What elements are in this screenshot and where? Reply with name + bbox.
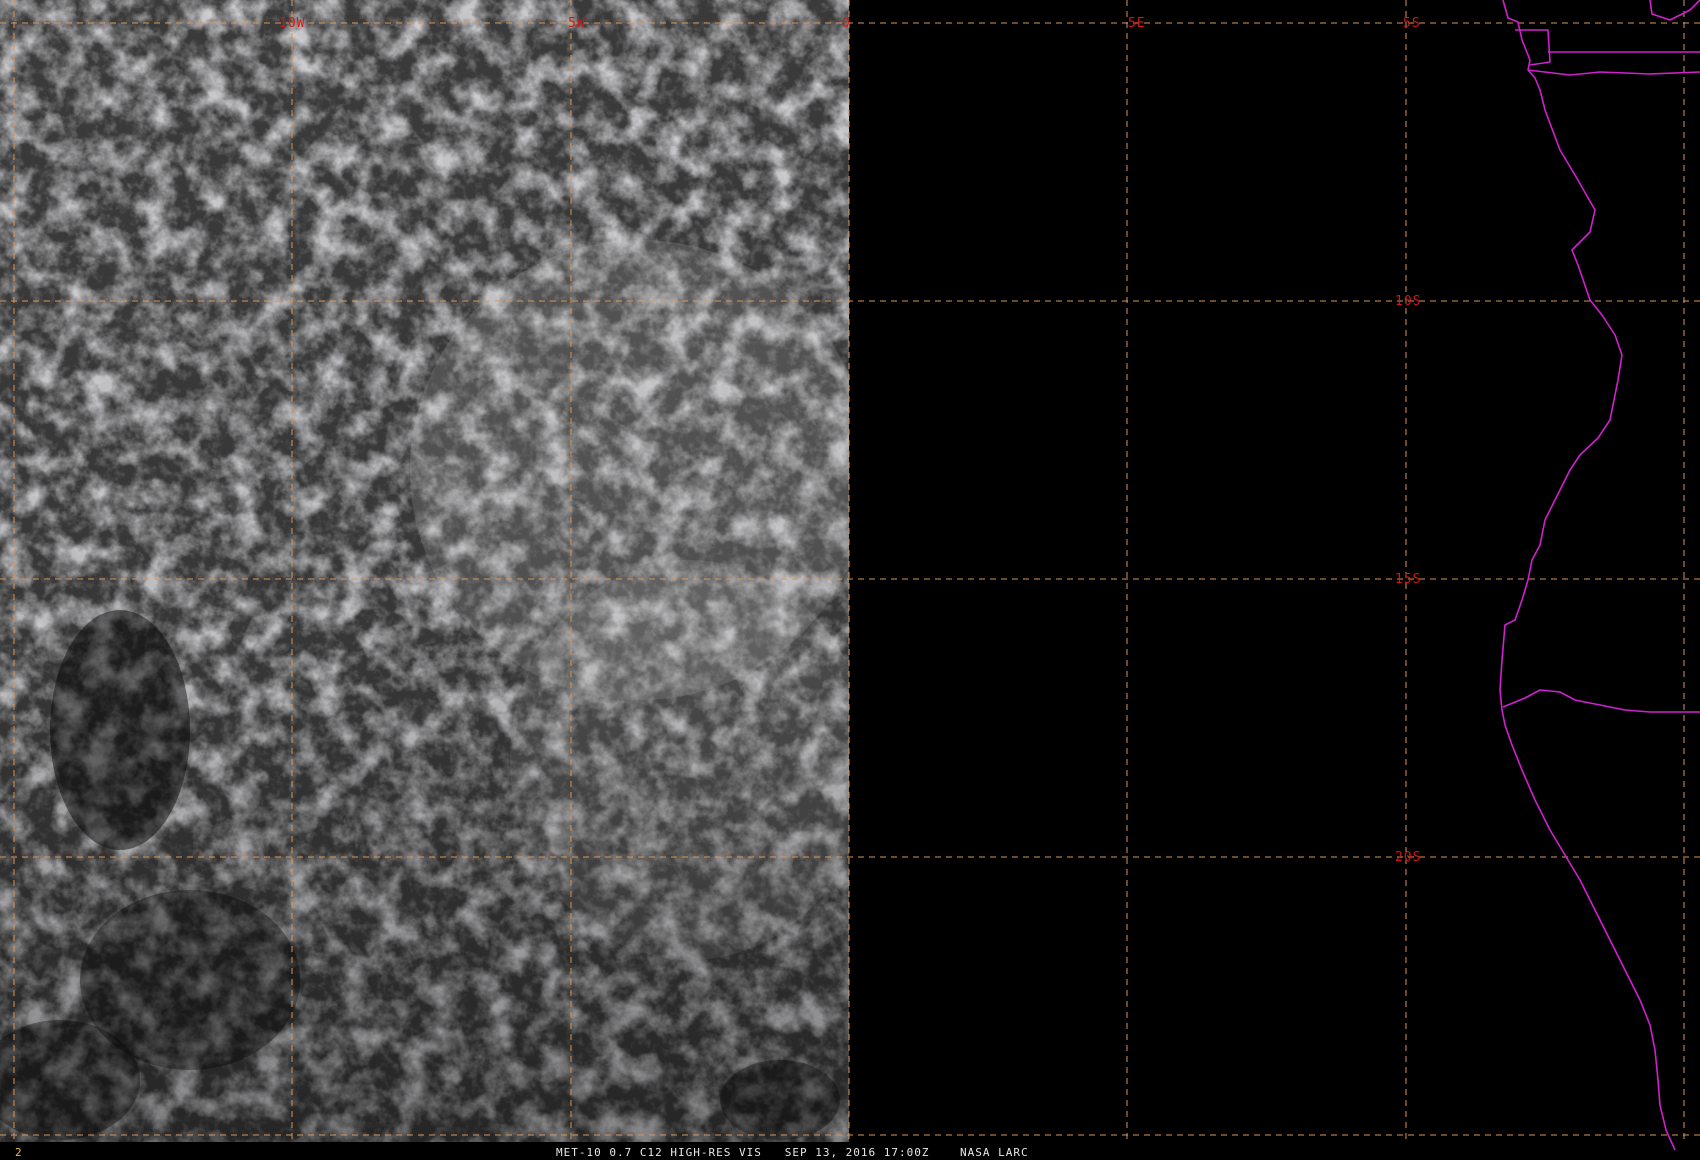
- lat-label-20s: 20S: [1395, 850, 1421, 865]
- lon-label-5e: 5E: [1128, 16, 1146, 31]
- lat-label-5s: 5S: [1403, 16, 1421, 31]
- product-caption: MET-10 0.7 C12 HIGH-RES VIS SEP 13, 2016…: [556, 1146, 1029, 1159]
- frame-number: 2: [15, 1146, 22, 1159]
- lon-label-0: 0: [842, 16, 851, 31]
- data-source: NASA LARC: [960, 1146, 1029, 1159]
- lon-label-5w: 5W: [568, 16, 586, 31]
- satellite-name: MET-10: [556, 1146, 602, 1159]
- lon-label-10w: 10W: [279, 16, 305, 31]
- satellite-map: 10W 5W 0 5E 5S 10S 15S 20S: [0, 0, 1700, 1151]
- caption-bar: 2 MET-10 0.7 C12 HIGH-RES VIS SEP 13, 20…: [0, 1140, 1700, 1160]
- channel-name: 0.7 C12 HIGH-RES VIS: [609, 1146, 762, 1159]
- datetime: SEP 13, 2016 17:00Z: [784, 1146, 930, 1159]
- lat-label-10s: 10S: [1395, 294, 1421, 309]
- lat-label-15s: 15S: [1395, 572, 1421, 587]
- cloud-imagery: [0, 0, 870, 1142]
